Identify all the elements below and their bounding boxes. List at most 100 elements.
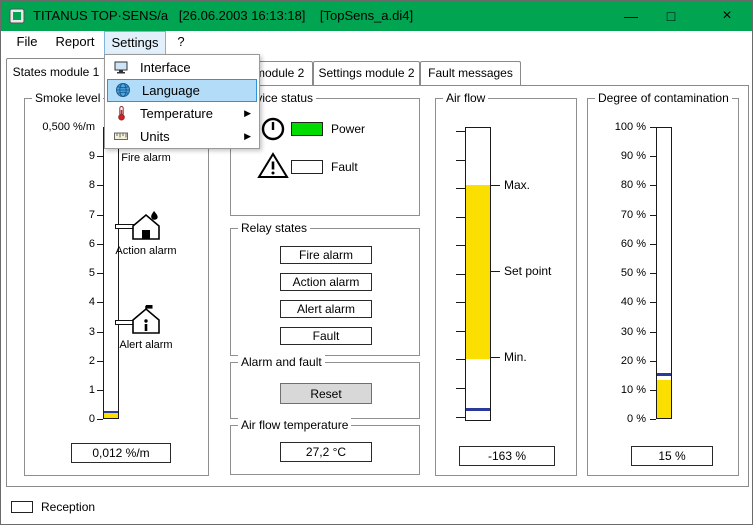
scale-tick-label: 60 %	[620, 238, 646, 250]
alert-alarm-label: Alert alarm	[119, 339, 173, 351]
scale-tick-label: 100 %	[614, 121, 646, 133]
contamination-title: Degree of contamination	[595, 91, 732, 105]
smoke-level-gauge	[103, 127, 119, 419]
scale-tick	[97, 419, 103, 420]
window-title: TITANUS TOP·SENS/a [26.06.2003 16:13:18]…	[33, 8, 414, 23]
scale-tick	[456, 388, 465, 389]
max-marker-tick	[491, 185, 500, 186]
menu-file[interactable]: File	[9, 31, 45, 55]
menu-item-temperature[interactable]: Temperature ▶	[106, 102, 258, 125]
air-flow-temperature-title: Air flow temperature	[238, 418, 352, 432]
smoke-level-group: Smoke level 0,500 %/m 9 8 7 6 5 4 3 2 1 …	[24, 91, 209, 476]
scale-tick	[456, 274, 465, 275]
scale-tick	[650, 419, 656, 420]
tab-fault-messages[interactable]: Fault messages	[420, 61, 521, 85]
scale-tick-label: 80 %	[620, 179, 646, 191]
settings-menu: Interface Language Temperature ▶ Units ▶	[104, 54, 260, 149]
contamination-group: Degree of contamination 100 % 90 % 80 % …	[587, 91, 739, 476]
alert-alarm-icon	[128, 305, 164, 340]
relay-fire-alarm-button[interactable]: Fire alarm	[280, 246, 372, 264]
scale-tick	[456, 188, 465, 189]
scale-tick-label: 70 %	[620, 209, 646, 221]
contamination-fill	[657, 380, 671, 418]
contamination-value-line	[657, 373, 671, 376]
scale-tick-label: 7	[88, 209, 95, 221]
power-indicator	[291, 122, 323, 136]
air-flow-temperature-value: 27,2 °C	[280, 442, 372, 462]
scale-tick-label: 6	[88, 238, 95, 250]
alarm-and-fault-title: Alarm and fault	[238, 355, 325, 369]
scale-tick-label: 0	[88, 413, 95, 425]
menubar: File Report Settings ?	[1, 31, 752, 55]
menu-help[interactable]: ?	[170, 31, 192, 55]
reception-label: Reception	[41, 500, 96, 514]
air-flow-value-line	[466, 408, 490, 411]
reset-button[interactable]: Reset	[280, 383, 372, 404]
close-button[interactable]: ×	[707, 1, 747, 31]
air-flow-temperature-group: Air flow temperature 27,2 °C	[230, 418, 420, 475]
statusbar: Reception	[1, 487, 752, 524]
smoke-gauge-fill	[104, 413, 118, 418]
air-flow-title: Air flow	[443, 91, 489, 105]
scale-tick-label: 4	[88, 296, 95, 308]
min-marker-label: Min.	[504, 350, 527, 364]
air-flow-range-fill	[466, 185, 490, 359]
submenu-arrow-icon: ▶	[244, 108, 251, 118]
relay-fault-button[interactable]: Fault	[280, 327, 372, 345]
fire-alarm-label: Fire alarm	[121, 152, 171, 164]
fault-indicator	[291, 160, 323, 174]
setpoint-marker-tick	[491, 271, 500, 272]
setpoint-marker-label: Set point	[504, 264, 552, 278]
scale-tick	[456, 131, 465, 132]
scale-tick	[456, 417, 465, 418]
action-alarm-icon	[128, 211, 164, 246]
air-flow-value: -163 %	[459, 446, 555, 466]
smoke-scale-max-label: 0,500 %/m	[42, 121, 95, 133]
fault-label: Fault	[331, 160, 358, 174]
contamination-value: 15 %	[631, 446, 713, 466]
interface-icon	[113, 59, 129, 75]
tab-settings-module-2[interactable]: Settings module 2	[313, 61, 420, 85]
menu-settings[interactable]: Settings	[104, 31, 166, 55]
scale-tick-label: 0 %	[627, 413, 646, 425]
scale-tick-label: 90 %	[620, 150, 646, 162]
scale-tick-label: 8	[88, 179, 95, 191]
menu-item-interface[interactable]: Interface	[106, 56, 258, 79]
scale-tick-label: 2	[88, 355, 95, 367]
scale-tick-label: 5	[88, 267, 95, 279]
scale-tick-label: 1	[88, 384, 95, 396]
minimize-button[interactable]: —	[613, 1, 649, 31]
menu-report[interactable]: Report	[49, 31, 101, 55]
scale-tick-label: 50 %	[620, 267, 646, 279]
smoke-level-title: Smoke level	[32, 91, 104, 105]
menu-item-units[interactable]: Units ▶	[106, 125, 258, 148]
titlebar: TITANUS TOP·SENS/a [26.06.2003 16:13:18]…	[1, 1, 752, 31]
contamination-gauge	[656, 127, 672, 419]
relay-alert-alarm-button[interactable]: Alert alarm	[280, 300, 372, 318]
scale-tick-label: 20 %	[620, 355, 646, 367]
tab-states-module-1[interactable]: States module 1	[6, 58, 106, 87]
globe-icon	[115, 82, 131, 98]
scale-tick	[456, 245, 465, 246]
power-label: Power	[331, 122, 366, 136]
app-icon	[9, 8, 25, 24]
scale-tick	[456, 331, 465, 332]
scale-tick	[456, 160, 465, 161]
alarm-and-fault-group: Alarm and fault Reset	[230, 355, 420, 419]
max-marker-label: Max.	[504, 178, 531, 192]
app-window: TITANUS TOP·SENS/a [26.06.2003 16:13:18]…	[0, 0, 753, 525]
scale-tick	[456, 217, 465, 218]
scale-tick-label: 30 %	[620, 326, 646, 338]
smoke-level-value: 0,012 %/m	[71, 443, 171, 463]
submenu-arrow-icon: ▶	[244, 131, 251, 141]
ruler-icon	[113, 128, 129, 144]
relay-action-alarm-button[interactable]: Action alarm	[280, 273, 372, 291]
scale-tick-label: 3	[88, 326, 95, 338]
menu-item-language[interactable]: Language	[107, 79, 257, 102]
relay-states-title: Relay states	[238, 221, 311, 235]
scale-tick	[456, 302, 465, 303]
maximize-button[interactable]: □	[653, 1, 689, 31]
warning-icon	[256, 151, 290, 186]
air-flow-group: Air flow Max. Set point Min. -163 %	[435, 91, 577, 476]
scale-tick	[456, 359, 465, 360]
